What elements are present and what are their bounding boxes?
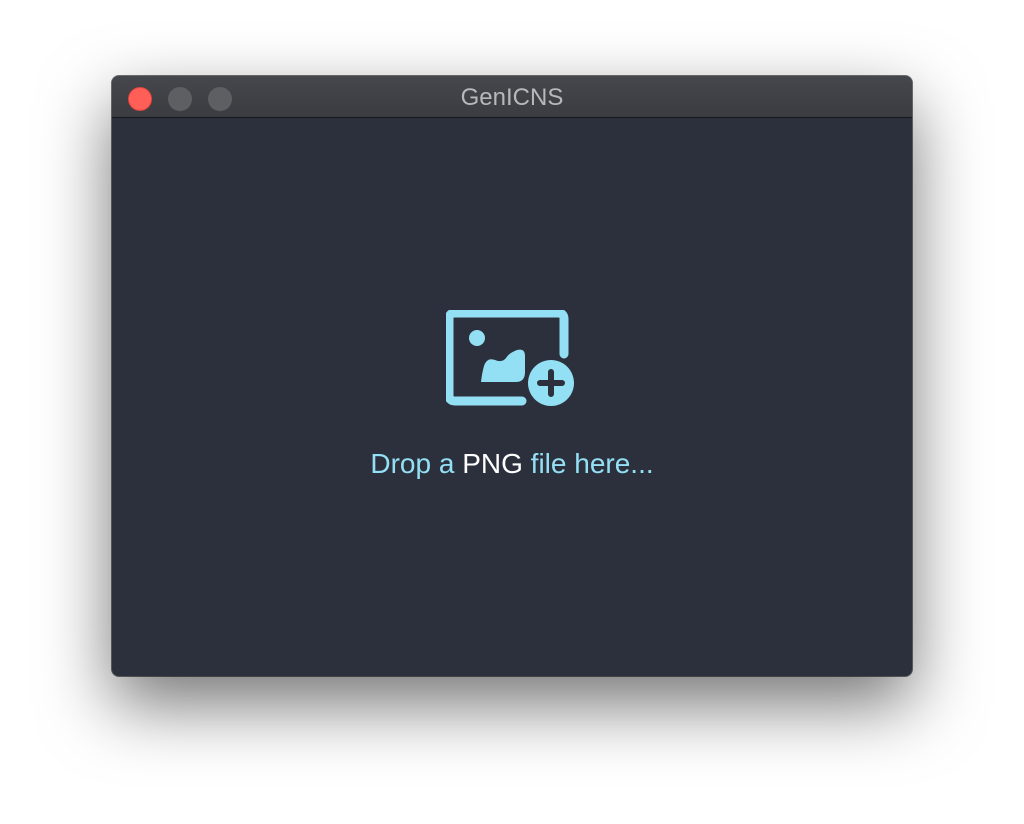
drop-text-filetype: PNG: [462, 448, 523, 479]
title-bar[interactable]: GenICNS: [112, 76, 912, 118]
drop-text-prefix: Drop a: [370, 448, 463, 479]
drop-zone[interactable]: Drop a PNG file here...: [112, 118, 912, 676]
drop-text-suffix: file here...: [522, 448, 654, 479]
drop-instruction: Drop a PNG file here...: [112, 448, 912, 480]
app-window: GenICNS Drop a PNG file here...: [112, 76, 912, 676]
image-add-icon: [446, 310, 574, 406]
window-title: GenICNS: [460, 84, 564, 111]
